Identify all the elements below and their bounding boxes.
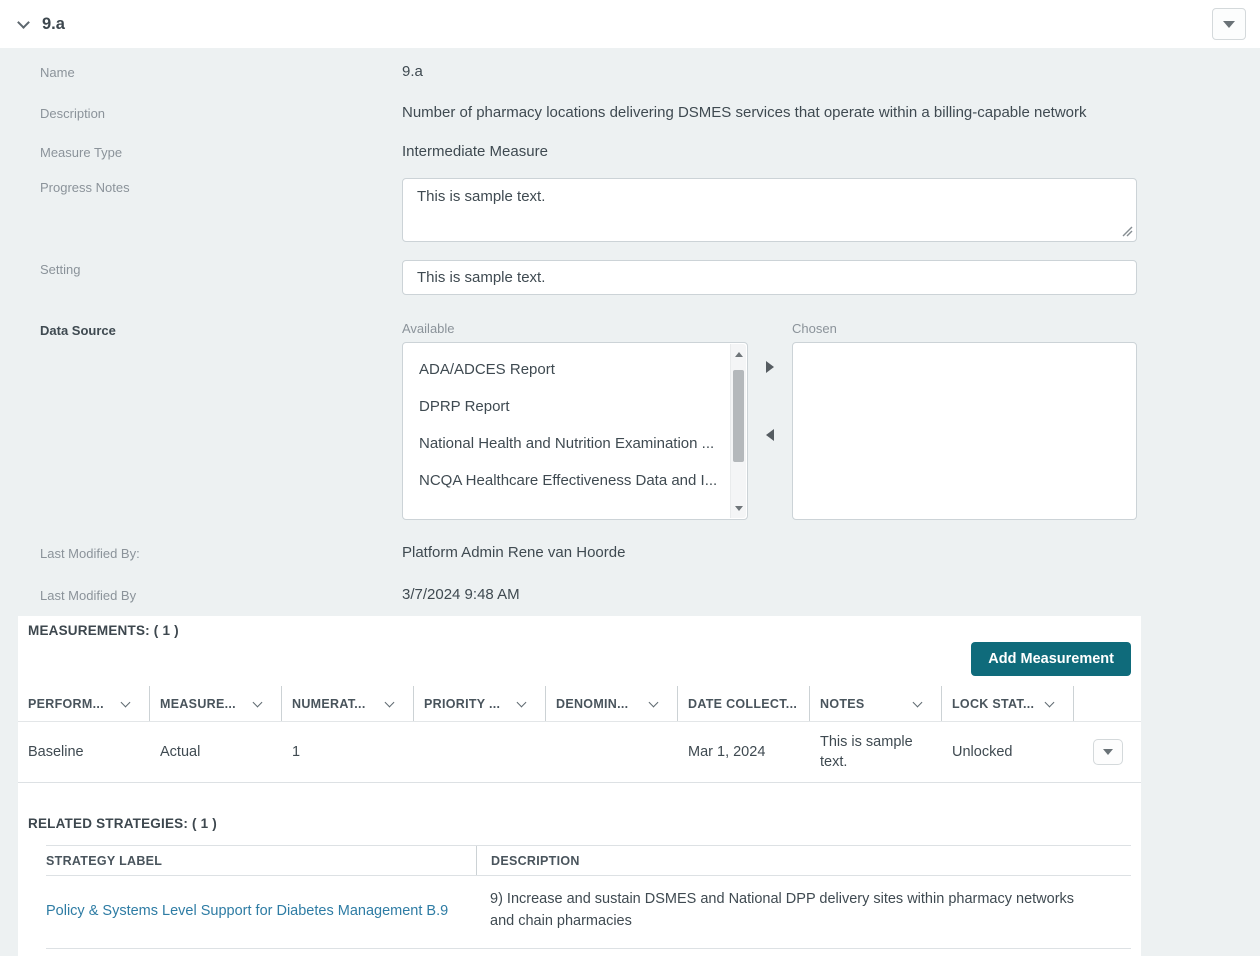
column-header-strategy-label: STRATEGY LABEL	[46, 846, 476, 875]
last-modified-by-label: Last Modified By:	[40, 544, 402, 561]
last-modified-date-label: Last Modified By	[40, 586, 402, 603]
last-modified-by-value: Platform Admin Rene van Hoorde	[402, 544, 1137, 561]
progress-notes-textarea[interactable]: This is sample text.	[402, 178, 1137, 242]
data-source-label: Data Source	[40, 321, 402, 520]
sort-chevron-icon	[1045, 697, 1055, 707]
strategy-link[interactable]: Policy & Systems Level Support for Diabe…	[46, 903, 448, 919]
related-strategies-header: STRATEGY LABEL DESCRIPTION	[46, 845, 1131, 876]
related-strategies-table: STRATEGY LABEL DESCRIPTION Policy & Syst…	[46, 845, 1131, 949]
move-left-icon[interactable]	[766, 429, 774, 441]
setting-input[interactable]	[402, 260, 1137, 295]
column-header-date-collected[interactable]: DATE COLLECT...	[678, 686, 810, 721]
available-option[interactable]: National Health and Nutrition Examinatio…	[403, 425, 747, 462]
column-header-actions	[1074, 686, 1141, 721]
panel-header: 9.a	[0, 0, 1260, 48]
cell-date-collected: Mar 1, 2024	[678, 744, 810, 760]
last-modified-date-value: 3/7/2024 9:48 AM	[402, 586, 1137, 603]
related-strategies-title: RELATED STRATEGIES: ( 1 )	[18, 809, 1141, 831]
measurements-table: PERFORM... MEASURE... NUMERAT... PRIORIT…	[18, 686, 1141, 783]
strategy-row: Policy & Systems Level Support for Diabe…	[46, 876, 1131, 949]
panel-title: 9.a	[42, 15, 65, 34]
scrollbar-thumb[interactable]	[733, 370, 744, 462]
sort-chevron-icon	[649, 697, 659, 707]
name-value: 9.a	[402, 63, 1137, 80]
description-value: Number of pharmacy locations delivering …	[402, 104, 1137, 121]
cell-actions	[1074, 739, 1141, 765]
dropdown-triangle-icon	[1103, 749, 1113, 755]
name-label: Name	[40, 63, 402, 80]
measure-type-value: Intermediate Measure	[402, 143, 1137, 160]
column-header-measurement[interactable]: MEASURE...	[150, 686, 282, 721]
measure-type-label: Measure Type	[40, 143, 402, 160]
listbox-scrollbar[interactable]	[730, 344, 746, 518]
sort-chevron-icon	[253, 697, 263, 707]
column-header-notes[interactable]: NOTES	[810, 686, 942, 721]
sort-chevron-icon	[913, 697, 923, 707]
available-option[interactable]: ADA/ADCES Report	[403, 351, 747, 388]
available-listbox[interactable]: ADA/ADCES Report DPRP Report National He…	[402, 342, 748, 520]
add-measurement-button[interactable]: Add Measurement	[971, 642, 1131, 676]
available-label: Available	[402, 321, 748, 337]
column-header-lock-status[interactable]: LOCK STAT...	[942, 686, 1074, 721]
column-header-denominator[interactable]: DENOMIN...	[546, 686, 678, 721]
card-bottom-padding	[18, 949, 1141, 956]
cell-performance: Baseline	[18, 744, 150, 760]
progress-notes-label: Progress Notes	[40, 178, 402, 242]
data-source-duallist: Available ADA/ADCES Report DPRP Report N…	[402, 321, 1137, 520]
move-right-icon[interactable]	[766, 361, 774, 373]
description-label: Description	[40, 104, 402, 121]
chosen-label: Chosen	[792, 321, 1137, 337]
sort-chevron-icon	[517, 697, 527, 707]
available-option[interactable]: DPRP Report	[403, 388, 747, 425]
cell-numerator: 1	[282, 744, 414, 760]
available-option[interactable]: NCQA Healthcare Effectiveness Data and I…	[403, 462, 747, 499]
measurements-table-header: PERFORM... MEASURE... NUMERAT... PRIORIT…	[18, 686, 1141, 722]
scroll-down-icon[interactable]	[731, 500, 747, 516]
sort-chevron-icon	[385, 697, 395, 707]
cell-measurement: Actual	[150, 744, 282, 760]
cell-notes: This is sample text.	[810, 732, 942, 773]
chosen-listbox[interactable]	[792, 342, 1137, 520]
sort-chevron-icon	[121, 697, 131, 707]
measurements-title: MEASUREMENTS: ( 1 )	[18, 616, 1141, 638]
measurement-row: Baseline Actual 1 Mar 1, 2024 This is sa…	[18, 722, 1141, 783]
measure-detail-form: Name 9.a Description Number of pharmacy …	[0, 48, 1260, 616]
dropdown-triangle-icon	[1223, 21, 1235, 28]
measurements-card: MEASUREMENTS: ( 1 ) Add Measurement PERF…	[18, 616, 1141, 956]
column-header-priority[interactable]: PRIORITY ...	[414, 686, 546, 721]
collapse-chevron-icon[interactable]	[17, 16, 30, 29]
strategy-description: 9) Increase and sustain DSMES and Nation…	[476, 889, 1131, 933]
row-menu-button[interactable]	[1093, 739, 1123, 765]
cell-lock-status: Unlocked	[942, 744, 1074, 760]
column-header-description: DESCRIPTION	[476, 846, 1131, 875]
scroll-up-icon[interactable]	[731, 346, 747, 362]
column-header-numerator[interactable]: NUMERAT...	[282, 686, 414, 721]
setting-label: Setting	[40, 260, 402, 295]
column-header-performance[interactable]: PERFORM...	[18, 686, 150, 721]
panel-menu-button[interactable]	[1212, 8, 1246, 40]
